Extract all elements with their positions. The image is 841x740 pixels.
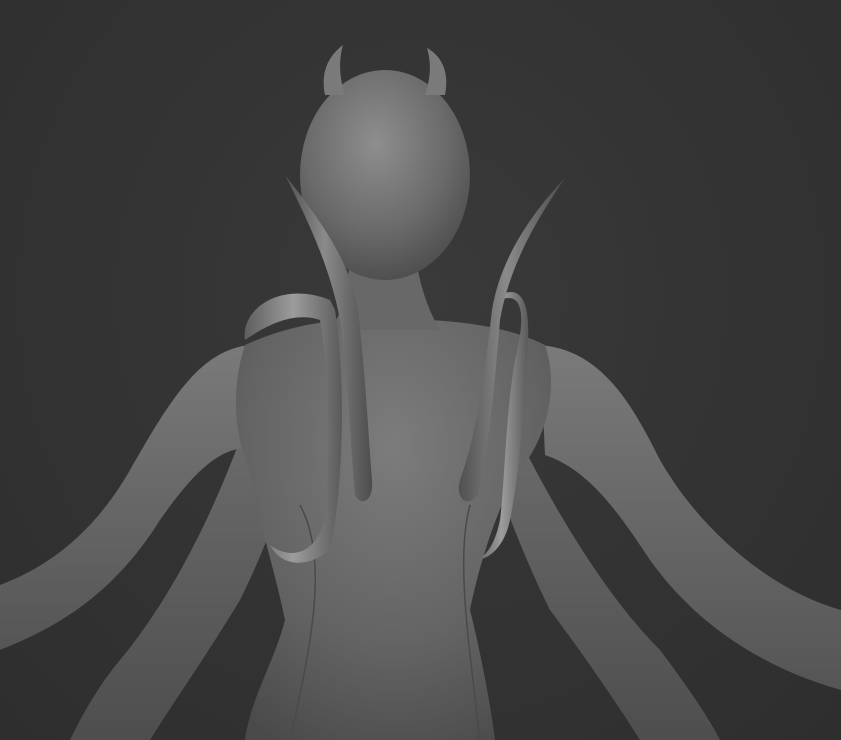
sculpt-viewport[interactable] <box>0 0 841 740</box>
sculpt-model <box>0 45 841 740</box>
